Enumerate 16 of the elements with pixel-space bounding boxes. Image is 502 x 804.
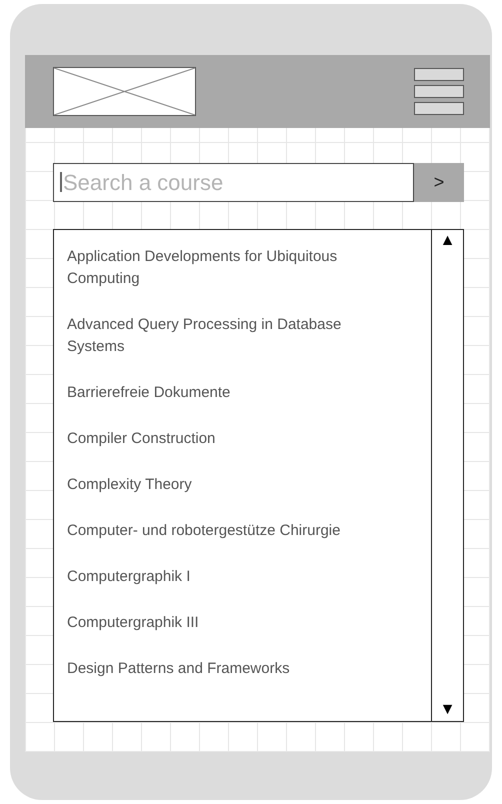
course-item[interactable]: Complexity Theory — [67, 474, 352, 496]
course-item[interactable]: Compiler Construction — [67, 428, 352, 450]
scrollbar[interactable]: ▲ ▼ — [431, 230, 463, 721]
course-item[interactable]: Computergraphik III — [67, 612, 352, 634]
course-item[interactable]: Barrierefreie Dokumente — [67, 382, 352, 404]
search-button[interactable]: > — [414, 163, 464, 202]
scroll-up-arrow[interactable]: ▲ — [440, 232, 456, 250]
course-item[interactable]: Computergraphik I — [67, 566, 352, 588]
search-field[interactable]: Search a course — [53, 163, 414, 202]
text-cursor — [60, 172, 62, 192]
course-item[interactable]: Advanced Query Processing in Database Systems — [67, 314, 352, 358]
course-item[interactable]: Application Developments for Ubiquitous Computing — [67, 246, 352, 290]
course-item[interactable]: Computer- und robotergestütze Chirurgie — [67, 520, 352, 542]
menu-icon[interactable] — [414, 68, 464, 115]
course-item[interactable]: Design Patterns and Frameworks — [67, 658, 352, 680]
scroll-down-arrow[interactable]: ▼ — [440, 701, 456, 719]
